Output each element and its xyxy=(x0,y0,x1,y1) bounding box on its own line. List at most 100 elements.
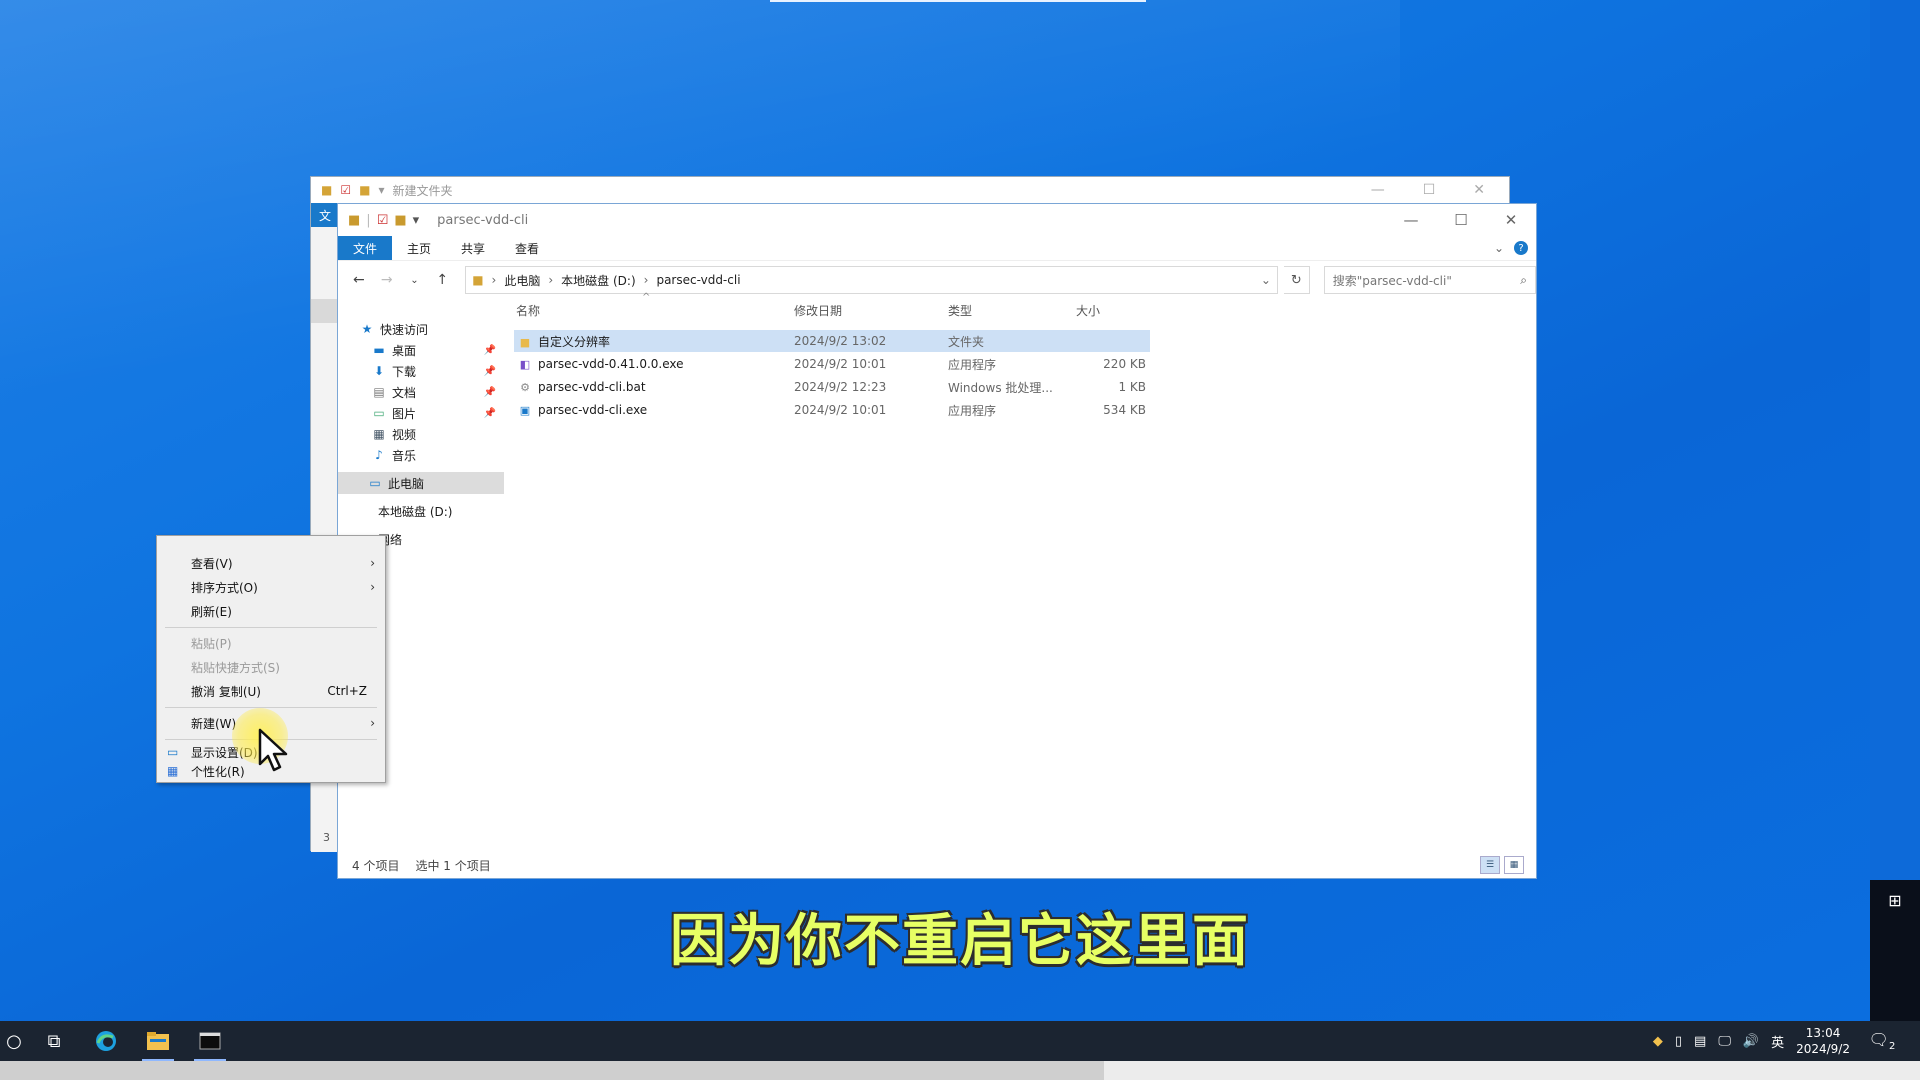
search-input[interactable]: 搜索"parsec-vdd-cli" ⌕ xyxy=(1323,266,1536,294)
back-selection xyxy=(311,299,339,323)
document-icon: ▤ xyxy=(373,385,385,399)
pin-icon[interactable]: 📌 xyxy=(484,387,496,398)
forward-button[interactable]: → xyxy=(376,272,398,288)
file-name: 自定义分辨率 xyxy=(538,334,611,349)
menu-item-new[interactable]: 新建(W) › xyxy=(157,712,385,734)
menu-label: 个性化(R) xyxy=(191,764,245,779)
input-method[interactable]: 英 xyxy=(1771,1032,1784,1051)
chevron-right-icon[interactable]: › xyxy=(492,273,497,287)
back-titlebar[interactable]: ■ ☑ ■ ▾ 新建文件夹 — ☐ ✕ xyxy=(311,177,1509,203)
titlebar[interactable]: ■ | ☑ ■ ▾ parsec-vdd-cli — ☐ ✕ xyxy=(338,204,1536,236)
item-count: 4 个项目 xyxy=(352,858,400,873)
pin-icon[interactable]: 📌 xyxy=(484,408,496,419)
details-view-icon[interactable]: ☰ xyxy=(1480,856,1500,874)
chevron-down-icon[interactable]: ⌄ xyxy=(1255,273,1277,287)
nav-quick-access[interactable]: ★ 快速访问 xyxy=(338,318,504,340)
search-icon[interactable]: ⌕ xyxy=(1520,273,1527,288)
check-icon[interactable]: ☑ xyxy=(340,183,351,197)
usb-icon[interactable]: ▯ xyxy=(1675,1034,1682,1049)
terminal-icon[interactable] xyxy=(184,1021,236,1061)
network-icon[interactable]: 🖵 xyxy=(1718,1034,1731,1049)
nav-downloads[interactable]: ⬇ 下载 📌 xyxy=(338,360,504,382)
nav-this-pc[interactable]: ▭ 此电脑 xyxy=(338,472,504,494)
explorer-window[interactable]: ■ | ☑ ■ ▾ parsec-vdd-cli — ☐ ✕ 文件 主页 共享 … xyxy=(337,203,1537,879)
folder-icon: ■ xyxy=(348,212,361,228)
tab-home[interactable]: 主页 xyxy=(392,236,446,260)
menu-separator xyxy=(165,627,377,628)
refresh-button[interactable]: ↻ xyxy=(1283,266,1310,294)
clock[interactable]: 13:04 2024/9/2 xyxy=(1796,1025,1850,1057)
column-header-size[interactable]: 大小 xyxy=(1076,298,1100,322)
file-explorer-icon[interactable] xyxy=(132,1021,184,1061)
file-row[interactable]: ■ 自定义分辨率 2024/9/2 13:02 文件夹 xyxy=(514,330,1150,352)
up-button[interactable]: ↑ xyxy=(431,272,453,288)
volume-icon[interactable]: 🔊 xyxy=(1743,1034,1759,1049)
nav-documents[interactable]: ▤ 文档 📌 xyxy=(338,381,504,403)
tab-file[interactable]: 文件 xyxy=(338,236,393,260)
video-progress-bar[interactable] xyxy=(0,1061,1920,1080)
breadcrumb-this-pc[interactable]: 此电脑 xyxy=(504,272,540,289)
menu-item-personalize[interactable]: ▦ 个性化(R) xyxy=(157,761,385,781)
nav-label: 音乐 xyxy=(392,448,417,463)
minimize-button[interactable]: — xyxy=(1371,182,1385,198)
back-file-tab[interactable]: 文 xyxy=(311,203,339,227)
maximize-button[interactable]: ☐ xyxy=(1423,182,1436,198)
divider: | xyxy=(366,212,371,228)
task-view-icon[interactable]: ⧉ xyxy=(28,1021,80,1061)
column-header-type[interactable]: 类型 xyxy=(948,298,972,322)
back-button[interactable]: ← xyxy=(348,272,370,288)
search-circle-icon[interactable]: ○ xyxy=(0,1021,28,1061)
nav-local-disk[interactable]: 本地磁盘 (D:) xyxy=(338,500,504,522)
customize-quick-access-icon[interactable]: ▾ xyxy=(413,213,420,228)
menu-label: 撤消 复制(U) xyxy=(191,684,261,699)
window-body: ★ 快速访问 ▬ 桌面 📌 ⬇ 下载 📌 ▤ 文档 📌 ▭ 图片 📌 ▦ 视频 … xyxy=(338,292,1536,852)
file-row[interactable]: ◧ parsec-vdd-0.41.0.0.exe 2024/9/2 10:01 … xyxy=(514,353,1150,375)
column-header-modified[interactable]: 修改日期 xyxy=(794,298,842,322)
clock-date: 2024/9/2 xyxy=(1796,1042,1850,1056)
properties-icon[interactable]: ☑ xyxy=(377,213,389,228)
search-placeholder: 搜索"parsec-vdd-cli" xyxy=(1332,273,1452,288)
nav-pictures[interactable]: ▭ 图片 📌 xyxy=(338,402,504,424)
file-row[interactable]: ⚙ parsec-vdd-cli.bat 2024/9/2 12:23 Windo… xyxy=(514,376,1150,398)
expand-ribbon-icon[interactable]: ⌄ xyxy=(1494,241,1504,255)
folder-icon: ■ xyxy=(321,183,333,197)
menu-item-view[interactable]: 查看(V) › xyxy=(157,552,385,574)
chevron-right-icon[interactable]: › xyxy=(548,273,553,287)
file-row[interactable]: ▣ parsec-vdd-cli.exe 2024/9/2 10:01 应用程序 … xyxy=(514,399,1150,421)
minimize-button[interactable]: — xyxy=(1386,211,1436,229)
nav-music[interactable]: ♪ 音乐 xyxy=(338,444,504,466)
menu-item-display-settings[interactable]: ▭ 显示设置(D) xyxy=(157,742,385,762)
tab-view[interactable]: 查看 xyxy=(500,236,554,260)
video-subtitle: 因为你不重启它这里面 xyxy=(670,909,1250,974)
keyboard-icon[interactable]: ▤ xyxy=(1694,1034,1706,1049)
nav-videos[interactable]: ▦ 视频 xyxy=(338,423,504,445)
address-bar[interactable]: ■ › 此电脑 › 本地磁盘 (D:) › parsec-vdd-cli ⌄ xyxy=(465,266,1278,294)
maximize-button[interactable]: ☐ xyxy=(1436,211,1486,229)
nav-label: 下载 xyxy=(392,364,417,379)
menu-item-paste[interactable]: 粘贴(P) xyxy=(157,632,385,654)
personalize-icon: ▦ xyxy=(167,764,179,778)
close-button[interactable]: ✕ xyxy=(1486,211,1536,229)
edge-browser-icon[interactable] xyxy=(80,1021,132,1061)
breadcrumb-current-folder[interactable]: parsec-vdd-cli xyxy=(656,273,740,287)
menu-item-sort[interactable]: 排序方式(O) › xyxy=(157,576,385,598)
large-icons-view-icon[interactable]: ▦ xyxy=(1504,856,1524,874)
notification-icon[interactable]: 🗨2 xyxy=(1862,1030,1902,1052)
tab-share[interactable]: 共享 xyxy=(446,236,500,260)
recent-locations-icon[interactable]: ⌄ xyxy=(404,275,426,286)
nav-desktop[interactable]: ▬ 桌面 📌 xyxy=(338,339,504,361)
menu-item-paste-shortcut[interactable]: 粘贴快捷方式(S) xyxy=(157,656,385,678)
dropdown-icon[interactable]: ▾ xyxy=(378,183,384,197)
pin-icon[interactable]: 📌 xyxy=(484,345,496,356)
new-folder-icon[interactable]: ■ xyxy=(394,213,406,228)
close-button[interactable]: ✕ xyxy=(1473,182,1485,198)
pin-icon[interactable]: 📌 xyxy=(484,366,496,377)
breadcrumb-local-disk[interactable]: 本地磁盘 (D:) xyxy=(561,272,635,289)
menu-item-undo[interactable]: 撤消 复制(U) Ctrl+Z xyxy=(157,680,385,702)
help-icon[interactable]: ? xyxy=(1514,241,1528,255)
menu-item-refresh[interactable]: 刷新(E) xyxy=(157,600,385,622)
chevron-right-icon[interactable]: › xyxy=(644,273,649,287)
file-name: parsec-vdd-cli.exe xyxy=(538,402,648,417)
column-header-name[interactable]: 名称 xyxy=(516,298,540,322)
tray-app-icon[interactable]: ◆ xyxy=(1653,1034,1663,1049)
